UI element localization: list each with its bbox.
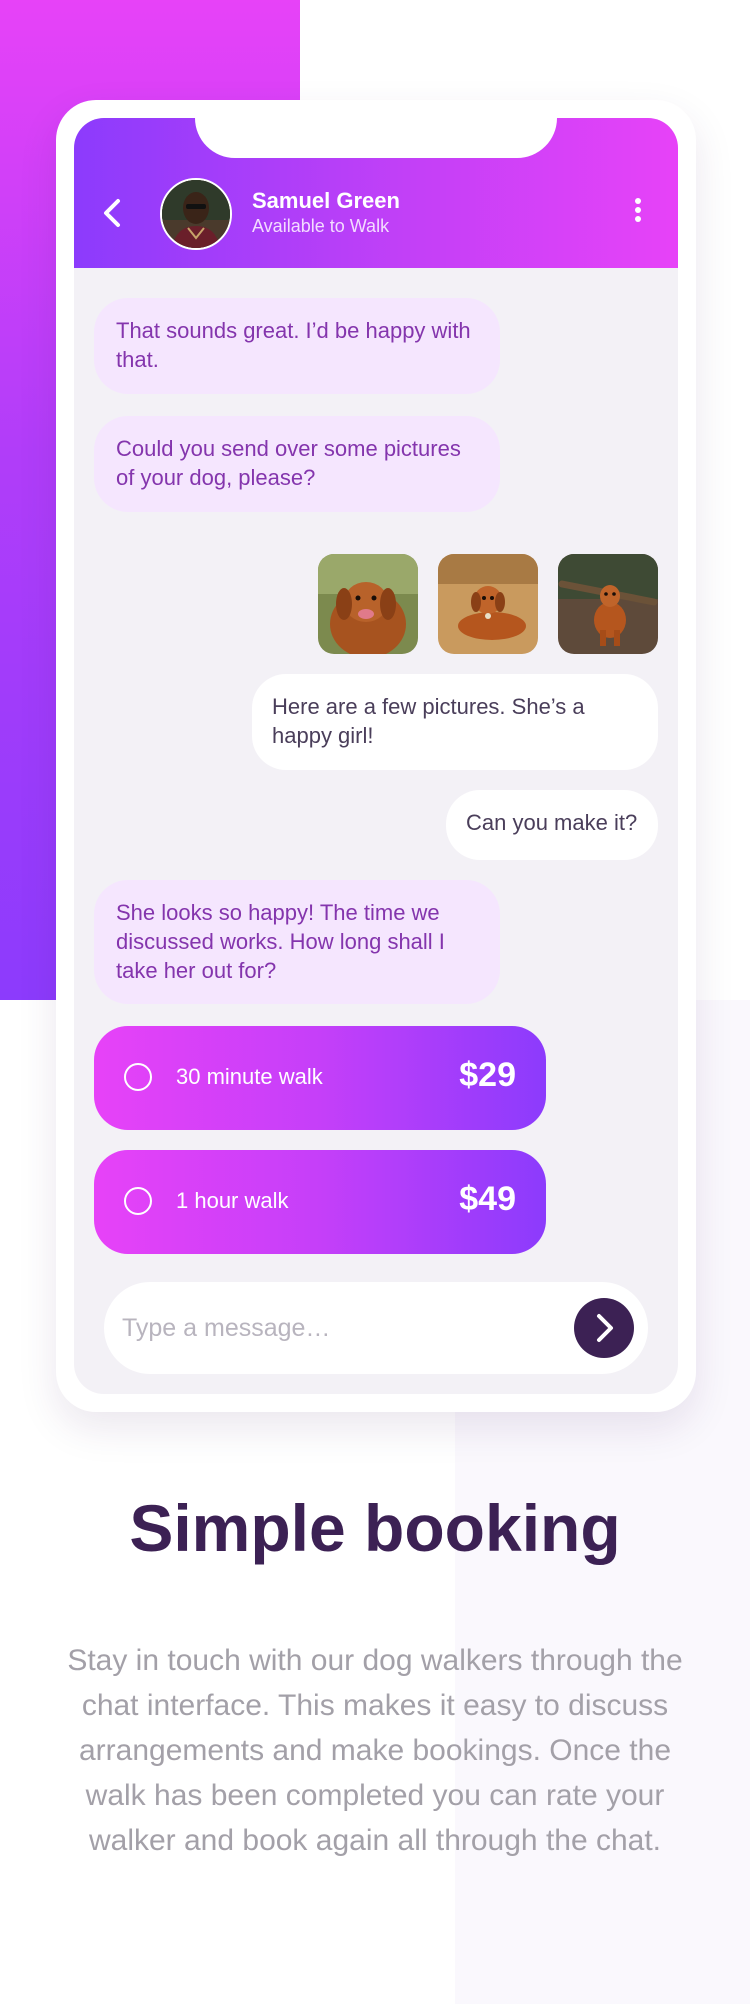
- radio-circle-icon[interactable]: [124, 1063, 152, 1091]
- send-button[interactable]: [574, 1298, 634, 1358]
- chat-screen: Samuel Green Available to Walk That soun…: [74, 118, 678, 1394]
- walker-avatar[interactable]: [160, 178, 232, 250]
- message-input[interactable]: [120, 1304, 554, 1352]
- section-description: Stay in touch with our dog walkers throu…: [67, 1644, 683, 1857]
- message-incoming: She looks so happy! The time we discusse…: [94, 880, 500, 1004]
- walk-option-1-hour[interactable]: 1 hour walk $49: [94, 1150, 546, 1254]
- dog-photo[interactable]: [558, 554, 658, 654]
- dog-photo-image-3: [558, 554, 658, 654]
- message-composer: [104, 1282, 648, 1374]
- phone-notch: [195, 118, 557, 158]
- dog-photo-image-2: [438, 554, 538, 654]
- walk-option-price: $49: [459, 1180, 516, 1218]
- walker-name: Samuel Green: [252, 188, 400, 213]
- section-title: Simple booking: [129, 1491, 621, 1565]
- radio-circle-icon[interactable]: [124, 1187, 152, 1215]
- message-incoming: Could you send over some pictures of you…: [94, 416, 500, 512]
- walk-option-30-minute[interactable]: 30 minute walk $29: [94, 1026, 546, 1130]
- walker-status: Available to Walk: [252, 216, 390, 236]
- walker-avatar-image: [162, 180, 230, 248]
- walk-option-label: 1 hour walk: [176, 1188, 289, 1213]
- chevron-right-icon: [597, 1314, 613, 1342]
- chat-header: Samuel Green Available to Walk: [74, 118, 678, 268]
- dog-photo[interactable]: [318, 554, 418, 654]
- dog-photo-image-1: [318, 554, 418, 654]
- dog-photo[interactable]: [438, 554, 538, 654]
- walk-option-price: $29: [459, 1056, 516, 1094]
- walk-option-label: 30 minute walk: [176, 1064, 323, 1089]
- message-incoming: That sounds great. I’d be happy with tha…: [94, 298, 500, 394]
- back-icon[interactable]: [100, 196, 124, 230]
- phone-mockup: Samuel Green Available to Walk That soun…: [56, 100, 696, 1412]
- message-outgoing: Can you make it?: [446, 790, 658, 860]
- kebab-menu-icon[interactable]: [632, 198, 644, 224]
- message-outgoing: Here are a few pictures. She’s a happy g…: [252, 674, 658, 770]
